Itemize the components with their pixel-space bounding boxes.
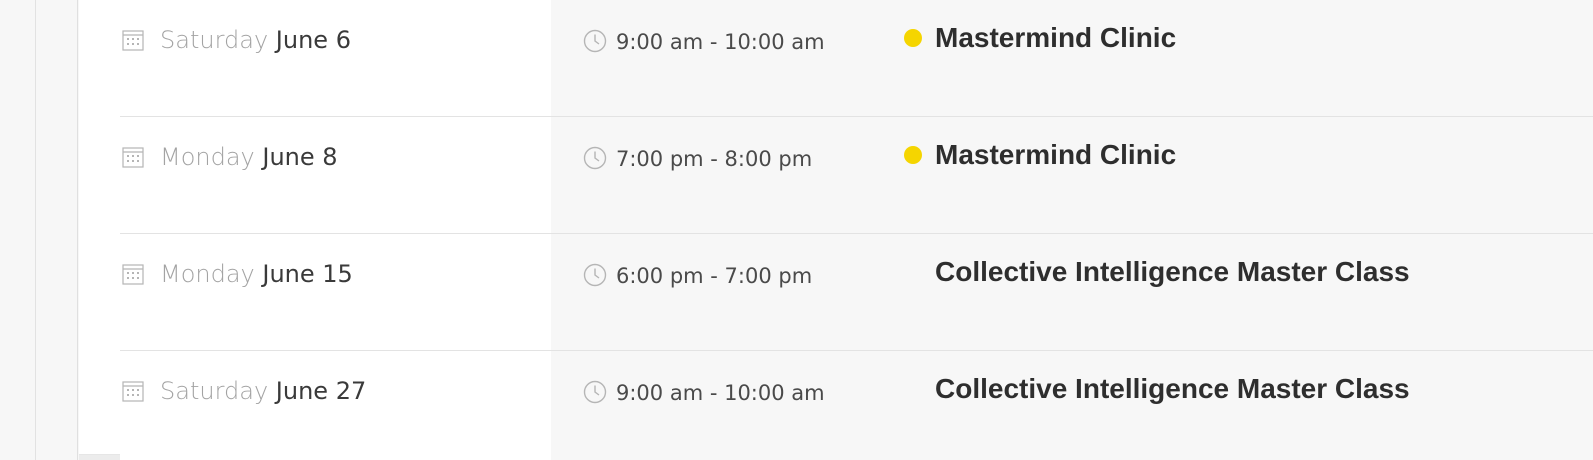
event-title-link[interactable]: Collective Intelligence Master Class [935, 372, 1410, 406]
event-day: June 27 [275, 377, 367, 405]
event-time: 9:00 am - 10:00 am [616, 381, 825, 405]
event-weekday: Monday [160, 143, 255, 171]
event-date: Monday June 15 [160, 258, 353, 290]
clock-icon [583, 380, 607, 404]
event-time: 6:00 pm - 7:00 pm [616, 264, 813, 288]
clock-icon [583, 146, 607, 170]
events-panel: Saturday June 6 9:00 am - 10:00 am Maste… [79, 0, 1593, 460]
event-date-cell: Saturday June 27 [120, 351, 551, 460]
event-date-cell: Saturday June 6 [120, 0, 551, 116]
calendar-icon [122, 264, 144, 285]
event-category-dot [904, 29, 922, 47]
event-list-page: Saturday June 6 9:00 am - 10:00 am Maste… [0, 0, 1593, 460]
event-details-cell: 9:00 am - 10:00 am Mastermind Clinic [551, 0, 1593, 116]
event-day: June 6 [275, 26, 351, 54]
left-gutter [37, 0, 78, 460]
calendar-icon [122, 30, 144, 51]
event-time: 9:00 am - 10:00 am [616, 30, 825, 54]
event-weekday: Saturday [160, 26, 269, 54]
event-date-cell: Monday June 15 [120, 234, 551, 350]
event-title-link[interactable]: Mastermind Clinic [935, 21, 1176, 55]
calendar-icon [122, 381, 144, 402]
event-time: 7:00 pm - 8:00 pm [616, 147, 813, 171]
event-row[interactable]: Monday June 8 7:00 pm - 8:00 pm Mastermi… [120, 117, 1593, 234]
clock-icon [583, 29, 607, 53]
event-date: Saturday June 27 [160, 375, 366, 407]
event-date-cell: Monday June 8 [120, 117, 551, 233]
event-details-cell: 6:00 pm - 7:00 pm Collective Intelligenc… [551, 234, 1593, 350]
left-strip [0, 0, 36, 460]
event-title-link[interactable]: Collective Intelligence Master Class [935, 255, 1410, 289]
event-category-dot [904, 146, 922, 164]
event-date: Monday June 8 [160, 141, 338, 173]
event-details-cell: 9:00 am - 10:00 am Collective Intelligen… [551, 351, 1593, 460]
event-row[interactable]: Saturday June 6 9:00 am - 10:00 am Maste… [120, 0, 1593, 117]
event-row[interactable]: Saturday June 27 9:00 am - 10:00 am Coll… [120, 351, 1593, 460]
event-weekday: Monday [160, 260, 255, 288]
calendar-icon [122, 147, 144, 168]
event-day: June 15 [262, 260, 353, 288]
clock-icon [583, 263, 607, 287]
event-details-cell: 7:00 pm - 8:00 pm Mastermind Clinic [551, 117, 1593, 233]
event-day: June 8 [262, 143, 338, 171]
event-weekday: Saturday [160, 377, 269, 405]
event-date: Saturday June 6 [160, 24, 351, 56]
event-row[interactable]: Monday June 15 6:00 pm - 7:00 pm Collect… [120, 234, 1593, 351]
event-list: Saturday June 6 9:00 am - 10:00 am Maste… [120, 0, 1593, 460]
event-title-link[interactable]: Mastermind Clinic [935, 138, 1176, 172]
